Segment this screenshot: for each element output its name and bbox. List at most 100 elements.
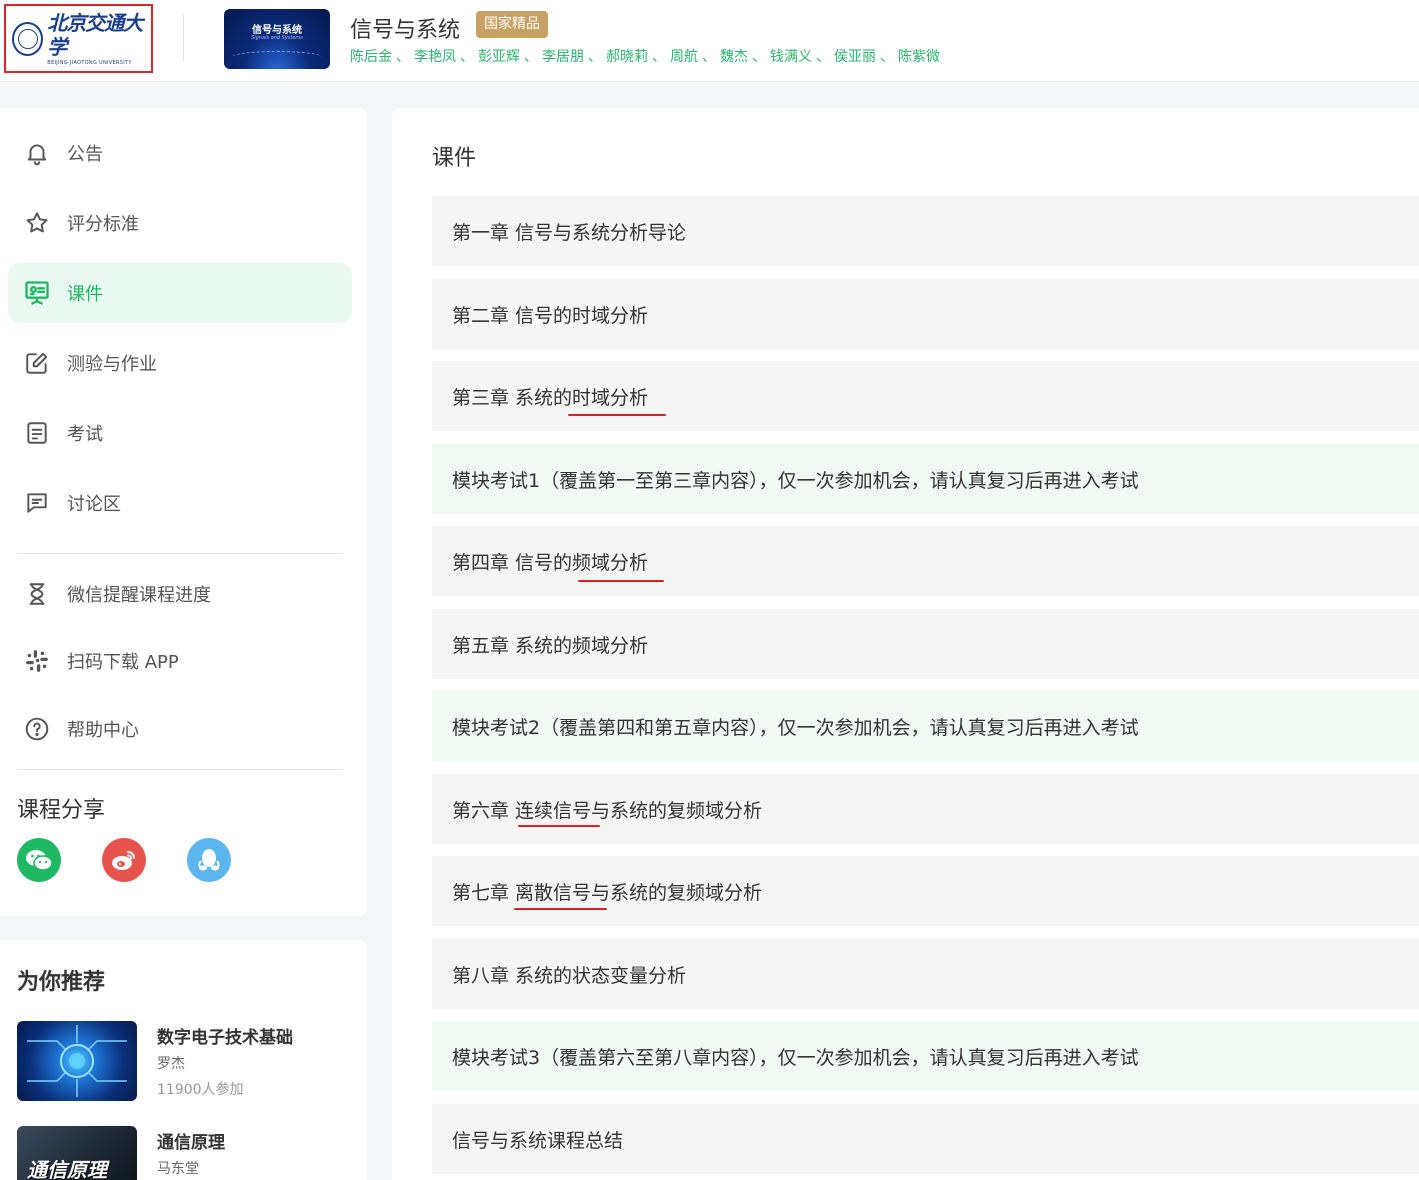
sidebar-item-discussion[interactable]: 讨论区 [8,473,352,533]
sidebar-item-label: 扫码下载 APP [67,652,179,673]
sidebar: 公告 评分标准 课件 测验与作业 考试 讨论区 微信提醒课程进度 扫码下载 AP… [0,108,367,916]
weibo-icon[interactable] [102,838,146,882]
sidebar-item-wechat-reminder[interactable]: 微信提醒课程进度 [8,564,352,624]
teacher-separator: 、 [524,49,538,65]
sidebar-item-label: 评分标准 [67,214,139,235]
recommend-course-name: 数字电子技术基础 [157,1028,293,1048]
teacher-link[interactable]: 彭亚辉 [478,46,520,66]
sidebar-item-label: 讨论区 [67,494,121,515]
sidebar-item-label: 课件 [67,284,103,305]
share-title: 课程分享 [17,798,106,823]
sidebar-item-exam[interactable]: 考试 [8,403,352,463]
courseware-row[interactable]: 第二章 信号的时域分析 [432,279,1419,349]
red-underline-annotation [514,908,607,910]
teacher-separator: 、 [460,49,474,65]
sidebar-item-courseware[interactable]: 课件 [8,263,352,323]
teacher-link[interactable]: 郝晓莉 [606,46,648,66]
sidebar-item-label: 公告 [67,144,103,165]
recommend-course-name: 通信原理 [157,1133,225,1153]
document-icon [23,419,51,447]
exam-row[interactable]: 模块考试3（覆盖第六至第八章内容），仅一次参加机会，请认真复习后再进入考试 [432,1021,1419,1091]
recommend-course[interactable]: 数字电子技术基础 罗杰 11900人参加 [17,1021,347,1101]
university-seal-icon [12,21,44,56]
university-logo-text: 北京交通大学 [47,10,143,59]
row-label: 第二章 信号的时域分析 [452,304,649,327]
recommend-course-teacher: 罗杰 [157,1056,185,1072]
thumbnail-subtitle: Signals and Systems [251,35,303,41]
edit-icon [23,349,51,377]
row-label: 第四章 信号的频域分析 [452,551,649,574]
university-logo-en: BEIJING JIAOTONG UNIVERSITY [47,59,132,66]
qq-icon[interactable] [187,838,231,882]
recommend-title: 为你推荐 [17,970,106,995]
row-label: 模块考试1（覆盖第一至第三章内容），仅一次参加机会，请认真复习后再进入考试 [452,469,1139,492]
star-icon [23,209,51,237]
teacher-separator: 、 [588,49,602,65]
teacher-link[interactable]: 李艳凤 [414,46,456,66]
course-cover-image [17,1021,137,1101]
courseware-row[interactable]: 第四章 信号的频域分析 [432,526,1419,596]
hourglass-icon [23,580,51,608]
courseware-row[interactable]: 信号与系统课程总结 [432,1104,1419,1174]
teacher-separator: 、 [396,49,410,65]
sidebar-item-label: 微信提醒课程进度 [67,585,211,606]
quality-badge: 国家精品 [476,11,548,38]
wechat-icon[interactable] [17,838,61,882]
row-label: 信号与系统课程总结 [452,1129,624,1152]
sidebar-item-grading[interactable]: 评分标准 [8,193,352,253]
courseware-row[interactable]: 第五章 系统的频域分析 [432,609,1419,679]
teacher-separator: 、 [752,49,766,65]
row-label: 第六章 连续信号与系统的复频域分析 [452,799,763,822]
recommend-course-teacher: 马东堂 [157,1161,199,1177]
teacher-separator: 、 [816,49,830,65]
sidebar-item-quiz[interactable]: 测验与作业 [8,333,352,393]
bell-icon [23,139,51,167]
course-thumbnail[interactable]: 信号与系统 Signals and Systems [224,9,330,69]
sidebar-item-help[interactable]: 帮助中心 [8,699,352,759]
sidebar-divider [17,769,342,770]
teacher-list: 陈后金、李艳凤、彭亚辉、李居朋、郝晓莉、周航、魏杰、钱满义、侯亚丽、陈紫微 [350,46,940,66]
sidebar-divider [17,553,342,554]
thumbnail-wave [232,51,322,63]
course-title: 信号与系统 [350,18,461,43]
row-label: 模块考试2（覆盖第四和第五章内容），仅一次参加机会，请认真复习后再进入考试 [452,716,1139,739]
teacher-separator: 、 [652,49,666,65]
courseware-row[interactable]: 第八章 系统的状态变量分析 [432,939,1419,1009]
recommend-course[interactable]: 通信原理 通信原理 马东堂 [17,1126,347,1180]
thumbnail-title: 信号与系统 [252,25,302,36]
teacher-link[interactable]: 魏杰 [720,46,748,66]
recommend-panel: 为你推荐 数字电子技术基础 罗杰 11900人参加 通信原理 通信原理 马东堂 [0,940,367,1180]
row-label: 第三章 系统的时域分析 [452,386,649,409]
sidebar-item-announcement[interactable]: 公告 [8,123,352,183]
teacher-link[interactable]: 周航 [670,46,698,66]
teacher-link[interactable]: 陈后金 [350,46,392,66]
red-underline-annotation [518,825,600,827]
exam-row[interactable]: 模块考试2（覆盖第四和第五章内容），仅一次参加机会，请认真复习后再进入考试 [432,691,1419,761]
courseware-row[interactable]: 第一章 信号与系统分析导论 [432,196,1419,266]
page-title: 课件 [432,146,477,171]
courseware-row[interactable]: 第三章 系统的时域分析 [432,361,1419,431]
row-label: 第八章 系统的状态变量分析 [452,964,687,987]
exam-row[interactable]: 模块考试1（覆盖第一至第三章内容），仅一次参加机会，请认真复习后再进入考试 [432,444,1419,514]
app-icon [23,647,51,675]
teacher-separator: 、 [702,49,716,65]
teacher-link[interactable]: 陈紫微 [898,46,940,66]
cover-image-text: 通信原理 [27,1158,107,1180]
teacher-link[interactable]: 李居朋 [542,46,584,66]
sidebar-item-download-app[interactable]: 扫码下载 APP [8,631,352,691]
recommend-course-count: 11900人参加 [157,1082,244,1098]
chat-icon [23,489,51,517]
presentation-icon [23,279,51,307]
course-cover-image: 通信原理 [17,1126,137,1180]
courseware-row[interactable]: 第六章 连续信号与系统的复频域分析 [432,774,1419,844]
university-logo[interactable]: 北京交通大学 BEIJING JIAOTONG UNIVERSITY [4,4,153,73]
top-header: 北京交通大学 BEIJING JIAOTONG UNIVERSITY 信号与系统… [0,0,1419,82]
courseware-row[interactable]: 第七章 离散信号与系统的复频域分析 [432,856,1419,926]
teacher-link[interactable]: 侯亚丽 [834,46,876,66]
sidebar-item-label: 帮助中心 [67,720,139,741]
row-label: 模块考试3（覆盖第六至第八章内容），仅一次参加机会，请认真复习后再进入考试 [452,1046,1139,1069]
help-icon [23,715,51,743]
teacher-link[interactable]: 钱满义 [770,46,812,66]
sidebar-item-label: 考试 [67,424,103,445]
teacher-separator: 、 [880,49,894,65]
